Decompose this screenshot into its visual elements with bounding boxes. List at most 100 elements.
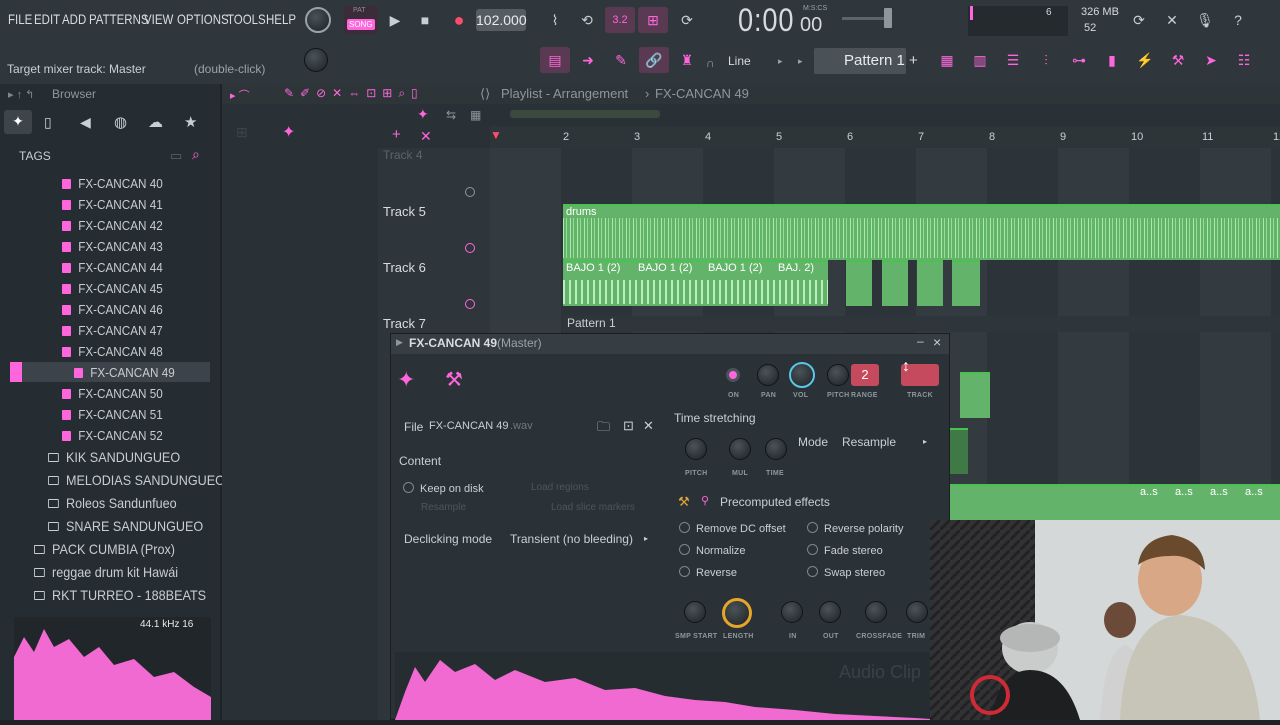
declicking-arrow-icon[interactable]: ▸ [644,534,648,543]
file-icon[interactable]: ▮ [1097,47,1127,73]
plugin-icon[interactable]: ◀ [80,114,91,131]
cs-menu-icon[interactable]: ▶ [396,337,403,348]
wait-input-icon[interactable]: ⟳ [672,7,702,33]
pattern-selector[interactable]: Pattern 1 [814,48,906,74]
browser-folder-item[interactable]: reggae drum kit Hawái [34,564,178,580]
browser-file-item[interactable]: FX-CANCAN 50 [62,386,163,401]
pat-song-toggle[interactable]: PAT SONG [344,6,378,34]
help-icon[interactable]: ? [1223,7,1253,33]
playlist-tool-icon-3[interactable]: ▦ [470,108,481,122]
clip-drums[interactable]: drums [563,204,1280,260]
playlist-tools-icons[interactable]: ✎✐⊘✕⇔⊡⊞⌕▯ [284,86,424,101]
playhead-marker[interactable]: ▼ [490,128,502,142]
channel-rack-icon[interactable]: ▦ [932,47,962,73]
trim-knob[interactable] [906,601,928,623]
browser-file-item[interactable]: FX-CANCAN 49 [74,365,175,380]
effect-option[interactable]: Normalize [679,544,746,557]
playlist-menu-icon[interactable]: ▸ ⌒ [230,87,250,103]
world-icon[interactable]: ◍ [114,113,127,131]
effect-option[interactable]: Swap stereo [807,566,885,579]
range-value[interactable]: 2 [851,364,879,386]
browser-file-item[interactable]: FX-CANCAN 40 [62,176,163,191]
effect-option[interactable]: Reverse [679,566,737,579]
piano-roll-icon[interactable]: ▥ [965,47,995,73]
clip-as[interactable]: a..s a..s a..s a..s [950,484,1280,524]
play-button[interactable]: ▶ [380,7,410,33]
clip-pattern[interactable]: Pattern 1 [563,316,1280,332]
pitch-knob[interactable] [827,364,849,386]
pattern-prev-icon[interactable]: ▸ [798,56,803,67]
menu-edit[interactable]: EDIT [34,11,60,27]
search-icon[interactable]: ⌕ [192,146,200,163]
pattern-picker-icon[interactable]: ⊞ [236,124,248,141]
microphone-icon[interactable]: 🎙 [1190,7,1220,33]
master-volume-knob[interactable] [305,7,331,33]
clip-bajo-small-1[interactable] [846,260,872,306]
browser-folder-item[interactable]: PACK CUMBIA (Prox) [34,541,175,557]
browser-file-item[interactable]: FX-CANCAN 45 [62,281,163,296]
length-knob[interactable] [722,598,752,628]
playlist-tool-icon[interactable]: ✦ [417,106,429,123]
loop-record-icon[interactable]: ⟲ [572,7,602,33]
tools-icon[interactable]: ✕ [1157,7,1187,33]
link-icon[interactable]: 🔗 [639,47,669,73]
cloud-icon[interactable]: ☁ [148,113,163,131]
stop-button[interactable]: ■ [410,7,440,33]
locate-icon[interactable]: ⊡ [623,418,634,434]
folder-icon[interactable]: ▭ [170,148,182,164]
browser-file-item[interactable]: FX-CANCAN 47 [62,323,163,338]
pan-knob[interactable] [757,364,779,386]
clip-bajo-small-4[interactable] [952,260,980,306]
browser-folder-item[interactable]: RKT TURREO - 188BEATS [34,587,206,603]
arrow-icon[interactable]: ➜ [573,47,603,73]
effect-radio[interactable] [679,566,690,577]
playlist-tool-icon-2[interactable]: ⇆ [446,108,456,122]
track-5-mute-icon[interactable] [465,243,475,253]
plug-icon[interactable]: ⚡ [1130,47,1160,73]
browser-folder-item[interactable]: SNARE SANDUNGUEO [48,518,203,534]
time-ruler[interactable] [490,126,1280,148]
ts-pitch-knob[interactable] [685,438,707,460]
on-switch[interactable] [726,368,740,382]
tree-icon[interactable]: ⊶ [1064,47,1094,73]
wrench-icon[interactable]: ⚒ [1163,47,1193,73]
ts-mul-knob[interactable] [729,438,751,460]
smp-start-knob[interactable] [684,601,706,623]
mixer-icon[interactable]: ☰ [998,47,1028,73]
effect-option[interactable]: Reverse polarity [807,522,903,535]
menu-help[interactable]: HELP [266,11,296,27]
ts-time-knob[interactable] [765,438,787,460]
browser-folder-item[interactable]: Roleos Sandunfueo [48,495,177,511]
menu-patterns[interactable]: PATTERNS [89,11,149,27]
menu-file[interactable]: FILE [8,11,32,27]
effect-radio[interactable] [679,544,690,555]
mode-arrow-icon[interactable]: ▸ [923,437,927,446]
step-edit-icon[interactable]: 3.2 [605,7,635,33]
declicking-select[interactable]: Transient (no bleeding) [510,532,633,546]
playlist-icon[interactable]: ▤ [540,47,570,73]
minimize-icon[interactable]: – [917,334,924,348]
effect-radio[interactable] [807,544,818,555]
clear-file-icon[interactable]: ✕ [643,418,654,434]
browser-folder-item[interactable]: KIK SANDUNGUEO [48,449,180,465]
open-folder-icon[interactable]: 🗀 [597,418,610,440]
track-5-label[interactable]: Track 5 [383,204,426,219]
vol-knob[interactable] [789,362,815,388]
clip-bajo-small-3[interactable] [917,260,943,306]
remove-track-icon[interactable]: ✕ [420,128,432,145]
browser-file-item[interactable]: FX-CANCAN 44 [62,260,163,275]
refresh-icon[interactable]: ⟳ [1124,7,1154,33]
track-7-label[interactable]: Track 7 [383,316,426,331]
all-files-icon[interactable]: ✦ [4,110,32,134]
current-project-icon[interactable]: ▯ [44,114,52,131]
wrench-icon[interactable]: ⚒ [445,367,463,392]
clip-small-b[interactable] [950,428,968,474]
tempo-display[interactable]: 102.000 [476,9,527,31]
menu-view[interactable]: VIEW [144,11,173,27]
browser-file-item[interactable]: FX-CANCAN 43 [62,239,163,254]
sample-waveform-display[interactable]: Audio Clip [395,652,947,720]
effect-option[interactable]: Remove DC offset [679,522,786,535]
crossfade-knob[interactable] [865,601,887,623]
playlist-scrollbar[interactable] [510,110,660,118]
sampler-icon[interactable]: ✦ [397,367,415,393]
